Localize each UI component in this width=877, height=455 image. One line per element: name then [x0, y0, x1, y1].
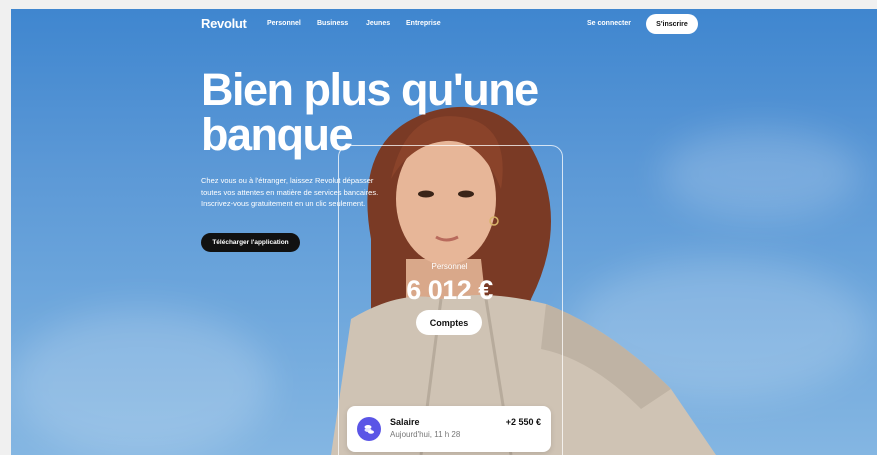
transaction-amount: +2 550 € [505, 417, 541, 427]
download-app-button[interactable]: Télécharger l'application [201, 233, 300, 252]
account-label: Personnel [431, 262, 468, 271]
hero-description: Chez vous ou à l'étranger, laissez Revol… [201, 176, 379, 208]
top-navigation: Revolut Personnel Business Jeunes Entrep… [11, 9, 877, 39]
hero-title-line-1: Bien plus qu'une [201, 64, 539, 115]
nav-link-jeunes[interactable]: Jeunes [366, 20, 390, 27]
signup-button[interactable]: S'inscrire [646, 14, 698, 34]
nav-link-personnel[interactable]: Personnel [267, 20, 301, 27]
transaction-name: Salaire [390, 417, 420, 427]
nav-link-entreprise[interactable]: Entreprise [406, 20, 441, 27]
page-frame: Revolut Personnel Business Jeunes Entrep… [11, 9, 877, 455]
nav-link-business[interactable]: Business [317, 20, 348, 27]
hero-title-line-2: banque [201, 109, 354, 160]
transaction-time: Aujourd'hui, 11 h 28 [390, 430, 461, 439]
hero-title: Bien plus qu'une banque [201, 67, 621, 157]
login-link[interactable]: Se connecter [587, 20, 631, 27]
stack-coins-icon [357, 417, 381, 441]
accounts-button[interactable]: Comptes [416, 310, 482, 335]
coins-glyph [364, 425, 374, 434]
account-balance: 6 012 € [406, 275, 493, 305]
transaction-item[interactable]: Salaire Aujourd'hui, 11 h 28 +2 550 € [347, 406, 551, 452]
revolut-logo[interactable]: Revolut [201, 16, 247, 31]
cloud [11, 309, 271, 455]
